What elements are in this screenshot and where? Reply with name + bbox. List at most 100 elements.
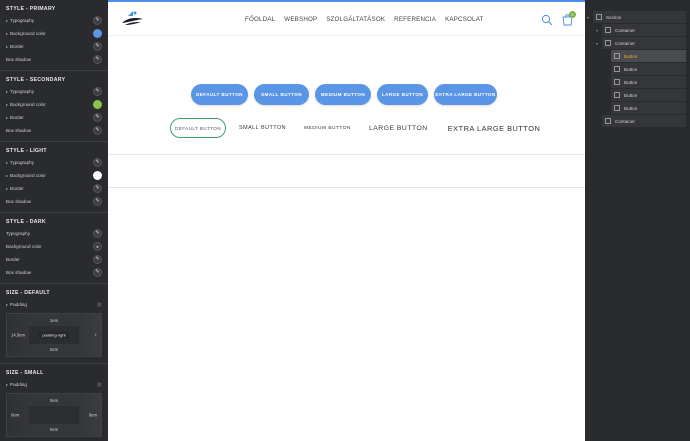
style-settings-panel: STYLE - PRIMARY ▸ Typography ✎ ▸ Background c… <box>0 0 108 441</box>
edit-pencil-icon[interactable]: ✎ <box>93 158 102 167</box>
section-title: STYLE - DARK <box>6 219 46 225</box>
primary-button-large-button[interactable]: LARGE BUTTON <box>377 84 428 105</box>
element-icon <box>605 118 611 124</box>
navigator-item-button[interactable]: Button <box>611 102 686 114</box>
setting-label: Box shadow <box>6 199 32 204</box>
setting-box-shadow[interactable]: Box shadow ✎ <box>0 53 108 66</box>
caret-down-icon[interactable]: ▾ <box>596 28 598 33</box>
setting-border[interactable]: ▸ Border ✎ <box>0 182 108 195</box>
edit-pencil-icon[interactable]: ✎ <box>93 255 102 264</box>
caret-right-icon: ▸ <box>6 102 9 107</box>
padding-input-tooltip[interactable]: padding-right <box>38 331 70 339</box>
setting-border[interactable]: ▸ Border ✎ <box>0 40 108 53</box>
link-icon[interactable]: ⛓ <box>97 302 102 307</box>
primary-button-small-button[interactable]: SMALL BUTTON <box>254 84 309 105</box>
edit-pencil-icon[interactable]: ✎ <box>93 87 102 96</box>
setting-label-group: ▸ Padding <box>6 302 27 307</box>
padding-top-value[interactable]: 1em <box>7 318 101 323</box>
text-button-medium-button[interactable]: MEDIUM BUTTON <box>304 126 351 131</box>
padding-top-value[interactable]: 0em <box>7 398 101 403</box>
nav-link-3[interactable]: SZOLGÁLTATÁSOK <box>326 16 385 23</box>
setting-label: Typography <box>6 231 31 236</box>
text-button-extra-large-button[interactable]: EXTRA LARGE BUTTON <box>448 124 541 133</box>
navigator-item-container[interactable]: ▾ Container <box>596 24 686 36</box>
setting-label-group: Box shadow <box>6 199 31 204</box>
setting-label: Typography <box>10 18 35 23</box>
padding-bottom-value[interactable]: 2em <box>7 347 101 352</box>
edit-pencil-icon[interactable]: ✎ <box>93 113 102 122</box>
setting-label: Border <box>6 257 20 262</box>
navigator-item-button[interactable]: Button <box>611 76 686 88</box>
setting-label: Typography <box>10 160 35 165</box>
setting-label: Border <box>10 44 24 49</box>
navigator-item-label: Section <box>606 14 622 20</box>
setting-box-shadow[interactable]: Box shadow ✎ <box>0 266 108 279</box>
padding-right-value[interactable]: 0em <box>89 413 97 418</box>
navigator-item-container[interactable]: ▾ Container <box>596 37 686 49</box>
nav-link-4[interactable]: REFERENCIA <box>394 16 436 23</box>
setting-label-group: ▸ Typography <box>6 18 34 23</box>
primary-button-default-button[interactable]: DEFAULT BUTTON <box>191 84 248 105</box>
outline-button-default-button[interactable]: DEFAULT BUTTON <box>170 118 226 138</box>
section-divider <box>108 154 585 155</box>
caret-down-icon[interactable]: ▾ <box>587 15 589 20</box>
edit-pencil-icon[interactable]: ✎ <box>93 184 102 193</box>
setting-padding[interactable]: ▸ Padding ⛓ <box>0 298 108 311</box>
padding-left-value[interactable]: 0em <box>11 413 19 418</box>
navigator-item-label: Button <box>624 66 638 72</box>
setting-border[interactable]: ▸ Border ✎ <box>0 111 108 124</box>
padding-right-value[interactable]: + <box>95 333 97 338</box>
setting-background-color[interactable]: ▸ Background color <box>0 169 108 182</box>
edit-pencil-icon[interactable]: ✎ <box>93 42 102 51</box>
setting-label: Border <box>10 115 24 120</box>
setting-box-shadow[interactable]: Box shadow ✎ <box>0 195 108 208</box>
search-icon[interactable] <box>541 14 553 26</box>
setting-box-shadow[interactable]: Box shadow ✎ <box>0 124 108 137</box>
edit-pencil-icon[interactable]: ✎ <box>93 55 102 64</box>
text-button-large-button[interactable]: LARGE BUTTON <box>369 125 428 132</box>
edit-pencil-icon[interactable]: ✎ <box>93 197 102 206</box>
padding-left-value[interactable]: 14.5em <box>11 333 25 338</box>
setting-typography[interactable]: Typography ✎ <box>0 227 108 240</box>
setting-label: Border <box>10 186 24 191</box>
color-swatch[interactable] <box>93 171 102 180</box>
caret-right-icon: ▸ <box>6 115 9 120</box>
padding-bottom-value[interactable]: 0em <box>7 427 101 432</box>
setting-typography[interactable]: ▸ Typography ✎ <box>0 14 108 27</box>
setting-background-color[interactable]: Background color ● <box>0 240 108 253</box>
navigator-item-button[interactable]: Button <box>611 63 686 75</box>
setting-label: Box shadow <box>6 128 32 133</box>
element-icon <box>614 66 620 72</box>
color-swatch[interactable] <box>93 100 102 109</box>
setting-padding[interactable]: ▸ Padding ⛓ <box>0 378 108 391</box>
navigator-item-button[interactable]: Button <box>611 89 686 101</box>
navigator-item-container[interactable]: Container <box>602 115 686 127</box>
edit-pencil-icon[interactable]: ✎ <box>93 126 102 135</box>
link-icon[interactable]: ⛓ <box>97 382 102 387</box>
edit-pencil-icon[interactable]: ✎ <box>93 229 102 238</box>
navigator-item-button[interactable]: Button <box>611 50 686 62</box>
edit-pencil-icon[interactable]: ✎ <box>93 268 102 277</box>
setting-border[interactable]: Border ✎ <box>0 253 108 266</box>
setting-typography[interactable]: ▸ Typography ✎ <box>0 85 108 98</box>
primary-button-medium-button[interactable]: MEDIUM BUTTON <box>315 84 371 105</box>
setting-typography[interactable]: ▸ Typography ✎ <box>0 156 108 169</box>
nav-link-5[interactable]: KAPCSOLAT <box>445 16 483 23</box>
style-section: STYLE - LIGHT ▸ Typography ✎ ▸ Background col… <box>0 142 108 213</box>
nav-link-2[interactable]: WEBSHOP <box>284 16 317 23</box>
edit-pencil-icon[interactable]: ✎ <box>93 16 102 25</box>
text-button-small-button[interactable]: SMALL BUTTON <box>239 125 286 131</box>
text-button-row: DEFAULT BUTTON SMALL BUTTON MEDIUM BUTTON L… <box>170 118 540 138</box>
setting-label: Background color <box>10 173 46 178</box>
setting-background-color[interactable]: ▸ Background color <box>0 98 108 111</box>
navigator-item-label: Container <box>615 40 635 46</box>
nav-link-1[interactable]: FŐOLDAL <box>245 16 275 23</box>
caret-down-icon[interactable]: ▾ <box>596 41 598 46</box>
setting-background-color[interactable]: ▸ Background color <box>0 27 108 40</box>
site-logo[interactable] <box>119 10 145 28</box>
color-swatch[interactable] <box>93 29 102 38</box>
color-drop-icon[interactable]: ● <box>93 242 102 251</box>
primary-button-extra-large-button[interactable]: EXTRA LARGE BUTTON <box>434 84 497 105</box>
caret-right-icon: ▸ <box>6 173 9 178</box>
navigator-item-section[interactable]: ▾ Section <box>587 11 686 23</box>
